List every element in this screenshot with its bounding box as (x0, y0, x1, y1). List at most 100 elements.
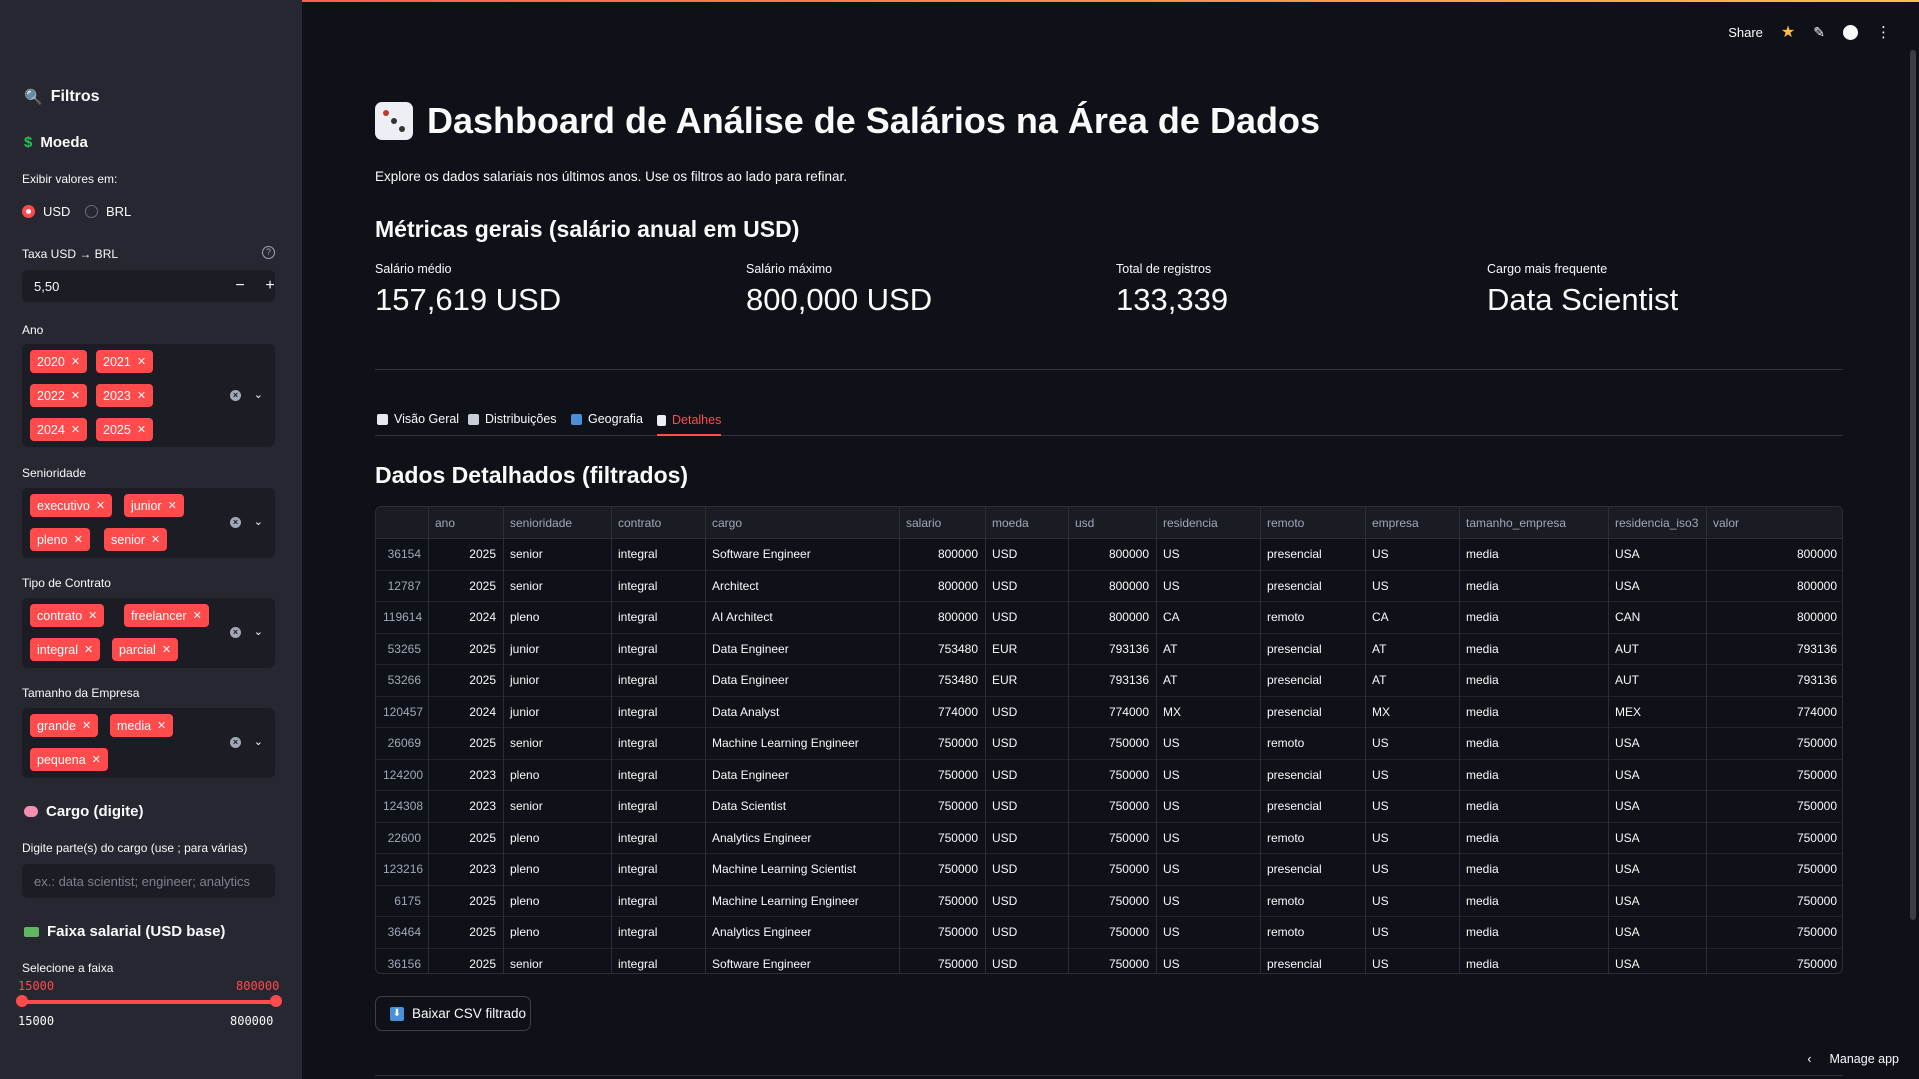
table-row[interactable]: 22600 2025 pleno integral Analytics Engineer… (376, 823, 1842, 855)
table-cell[interactable]: AUT (1608, 634, 1706, 666)
table-cell[interactable]: 750000 (899, 949, 985, 974)
table-cell[interactable]: Data Engineer (705, 665, 899, 697)
table-cell[interactable]: integral (611, 697, 705, 729)
table-cell[interactable]: USD (985, 854, 1068, 886)
table-cell[interactable]: pleno (503, 854, 611, 886)
table-cell[interactable]: media (1459, 602, 1608, 634)
table-cell[interactable]: AT (1156, 665, 1260, 697)
table-cell[interactable]: 793136 (1706, 665, 1842, 697)
table-cell[interactable]: US (1156, 886, 1260, 918)
table-cell[interactable]: 750000 (1068, 760, 1156, 792)
table-cell[interactable]: media (1459, 697, 1608, 729)
table-cell[interactable]: 750000 (1706, 760, 1842, 792)
table-cell[interactable]: 750000 (1706, 886, 1842, 918)
help-icon[interactable]: ? (262, 246, 275, 259)
table-cell[interactable]: media (1459, 823, 1608, 855)
table-row[interactable]: 12787 2025 senior integral Architect 800000 US… (376, 571, 1842, 603)
table-cell[interactable]: US (1365, 791, 1459, 823)
table-cell[interactable]: USD (985, 949, 1068, 974)
clear-all-icon[interactable]: × (230, 517, 241, 528)
table-cell[interactable]: 800000 (1706, 539, 1842, 571)
table-cell[interactable]: 750000 (1706, 728, 1842, 760)
table-cell[interactable]: AI Architect (705, 602, 899, 634)
table-cell[interactable]: US (1365, 728, 1459, 760)
remove-tag-icon[interactable]: ✕ (137, 423, 146, 436)
table-cell[interactable]: 750000 (899, 760, 985, 792)
table-cell[interactable]: senior (503, 539, 611, 571)
table-cell[interactable]: USA (1608, 728, 1706, 760)
table-cell[interactable]: media (1459, 791, 1608, 823)
table-cell[interactable]: Data Engineer (705, 760, 899, 792)
table-cell[interactable]: integral (611, 760, 705, 792)
table-cell[interactable]: 793136 (1068, 634, 1156, 666)
table-cell[interactable]: media (1459, 854, 1608, 886)
table-cell[interactable]: CA (1156, 602, 1260, 634)
table-cell[interactable]: 2025 (428, 634, 503, 666)
page-scrollbar[interactable] (1910, 50, 1916, 920)
column-header[interactable]: cargo (705, 507, 899, 539)
pencil-icon[interactable]: ✎ (1813, 24, 1825, 41)
remove-tag-icon[interactable]: ✕ (84, 643, 93, 656)
increment-button[interactable]: + (258, 277, 282, 295)
remove-tag-icon[interactable]: ✕ (162, 643, 171, 656)
table-cell[interactable]: Software Engineer (705, 949, 899, 974)
table-cell[interactable]: 800000 (1706, 571, 1842, 603)
table-cell[interactable]: junior (503, 697, 611, 729)
row-index[interactable]: 53265 (376, 634, 428, 666)
table-cell[interactable]: remoto (1260, 728, 1365, 760)
remove-tag-icon[interactable]: ✕ (157, 719, 166, 732)
table-cell[interactable]: 774000 (1706, 697, 1842, 729)
row-index[interactable]: 123216 (376, 854, 428, 886)
table-cell[interactable]: USA (1608, 760, 1706, 792)
tag-contrato[interactable]: contrato ✕ (30, 604, 105, 627)
table-cell[interactable]: media (1459, 571, 1608, 603)
tag-senioridade[interactable]: pleno ✕ (30, 528, 90, 551)
table-cell[interactable]: media (1459, 728, 1608, 760)
table-cell[interactable]: media (1459, 760, 1608, 792)
table-cell[interactable]: MEX (1608, 697, 1706, 729)
tag-ano[interactable]: 2021 ✕ (96, 350, 154, 373)
tag-ano[interactable]: 2023 ✕ (96, 384, 154, 407)
column-header[interactable]: salario (899, 507, 985, 539)
table-cell[interactable]: presencial (1260, 539, 1365, 571)
table-cell[interactable]: USA (1608, 571, 1706, 603)
table-cell[interactable]: integral (611, 634, 705, 666)
tag-senioridade[interactable]: senior ✕ (104, 528, 168, 551)
remove-tag-icon[interactable]: ✕ (137, 389, 146, 402)
table-cell[interactable]: presencial (1260, 665, 1365, 697)
radio-usd[interactable]: USD (22, 204, 70, 219)
table-row[interactable]: 36464 2025 pleno integral Analytics Engineer… (376, 917, 1842, 949)
slider-high-handle[interactable] (270, 995, 282, 1007)
table-cell[interactable]: remoto (1260, 823, 1365, 855)
table-cell[interactable]: presencial (1260, 697, 1365, 729)
table-cell[interactable]: integral (611, 539, 705, 571)
row-index[interactable]: 120457 (376, 697, 428, 729)
column-header[interactable]: tamanho_empresa (1459, 507, 1608, 539)
remove-tag-icon[interactable]: ✕ (92, 753, 101, 766)
table-cell[interactable]: 750000 (1068, 854, 1156, 886)
rate-value[interactable]: 5,50 (34, 279, 59, 294)
radio-brl[interactable]: BRL (85, 204, 131, 219)
table-cell[interactable]: Data Scientist (705, 791, 899, 823)
table-cell[interactable]: 750000 (1068, 791, 1156, 823)
table-cell[interactable]: media (1459, 665, 1608, 697)
table-cell[interactable]: 750000 (899, 854, 985, 886)
table-cell[interactable]: 753480 (899, 665, 985, 697)
table-cell[interactable]: US (1365, 823, 1459, 855)
radio-usd-dot[interactable] (22, 205, 35, 218)
table-cell[interactable]: media (1459, 886, 1608, 918)
table-row[interactable]: 6175 2025 pleno integral Machine Learning En… (376, 886, 1842, 918)
table-cell[interactable]: integral (611, 665, 705, 697)
table-cell[interactable]: US (1365, 539, 1459, 571)
table-row[interactable]: 119614 2024 pleno integral AI Architect 80000… (376, 602, 1842, 634)
table-cell[interactable]: remoto (1260, 886, 1365, 918)
table-cell[interactable]: 793136 (1706, 634, 1842, 666)
table-cell[interactable]: integral (611, 728, 705, 760)
table-cell[interactable]: US (1365, 854, 1459, 886)
tag-tamanho[interactable]: grande ✕ (30, 714, 99, 737)
table-cell[interactable]: Architect (705, 571, 899, 603)
remove-tag-icon[interactable]: ✕ (71, 389, 80, 402)
table-cell[interactable]: senior (503, 728, 611, 760)
row-index[interactable]: 124200 (376, 760, 428, 792)
table-cell[interactable]: 2023 (428, 791, 503, 823)
